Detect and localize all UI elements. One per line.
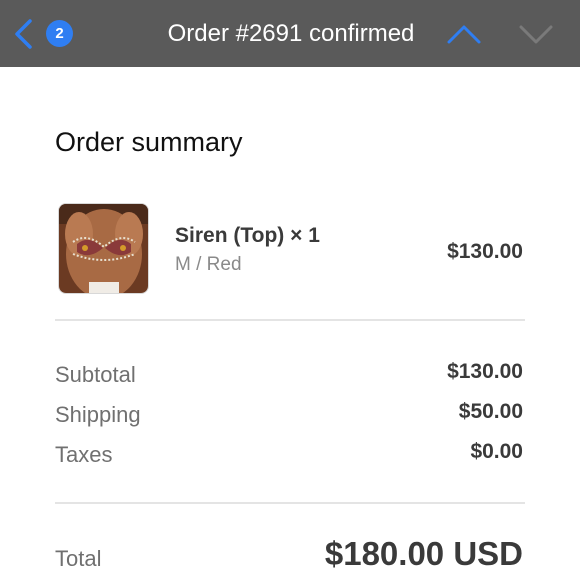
previous-item-button[interactable]: [446, 22, 482, 46]
product-variant: M / Red: [175, 254, 242, 275]
chevron-left-icon: [15, 19, 32, 49]
shipping-label: Shipping: [55, 402, 141, 427]
unread-count-badge: 2: [46, 20, 73, 47]
chevron-up-icon: [447, 25, 481, 44]
taxes-value: $0.00: [470, 440, 523, 463]
total-label: Total: [55, 546, 102, 571]
product-thumbnail[interactable]: [58, 203, 149, 294]
product-price: $130.00: [447, 240, 523, 263]
chevron-down-icon: [519, 25, 553, 44]
shipping-value: $50.00: [458, 400, 523, 423]
navigation-bar: 2 Order #2691 confirmed: [0, 0, 580, 67]
product-image: [59, 204, 148, 293]
total-value: $180.00 USD: [324, 535, 523, 572]
taxes-label: Taxes: [55, 442, 113, 467]
subtotal-value: $130.00: [447, 360, 523, 383]
divider: [55, 319, 525, 321]
next-item-button[interactable]: [518, 22, 554, 46]
page-title: Order #2691 confirmed: [167, 20, 415, 47]
order-summary-heading: Order summary: [55, 127, 243, 157]
divider: [55, 502, 525, 504]
product-name: Siren (Top) × 1: [175, 224, 320, 247]
back-button[interactable]: [10, 18, 36, 50]
subtotal-label: Subtotal: [55, 362, 136, 387]
